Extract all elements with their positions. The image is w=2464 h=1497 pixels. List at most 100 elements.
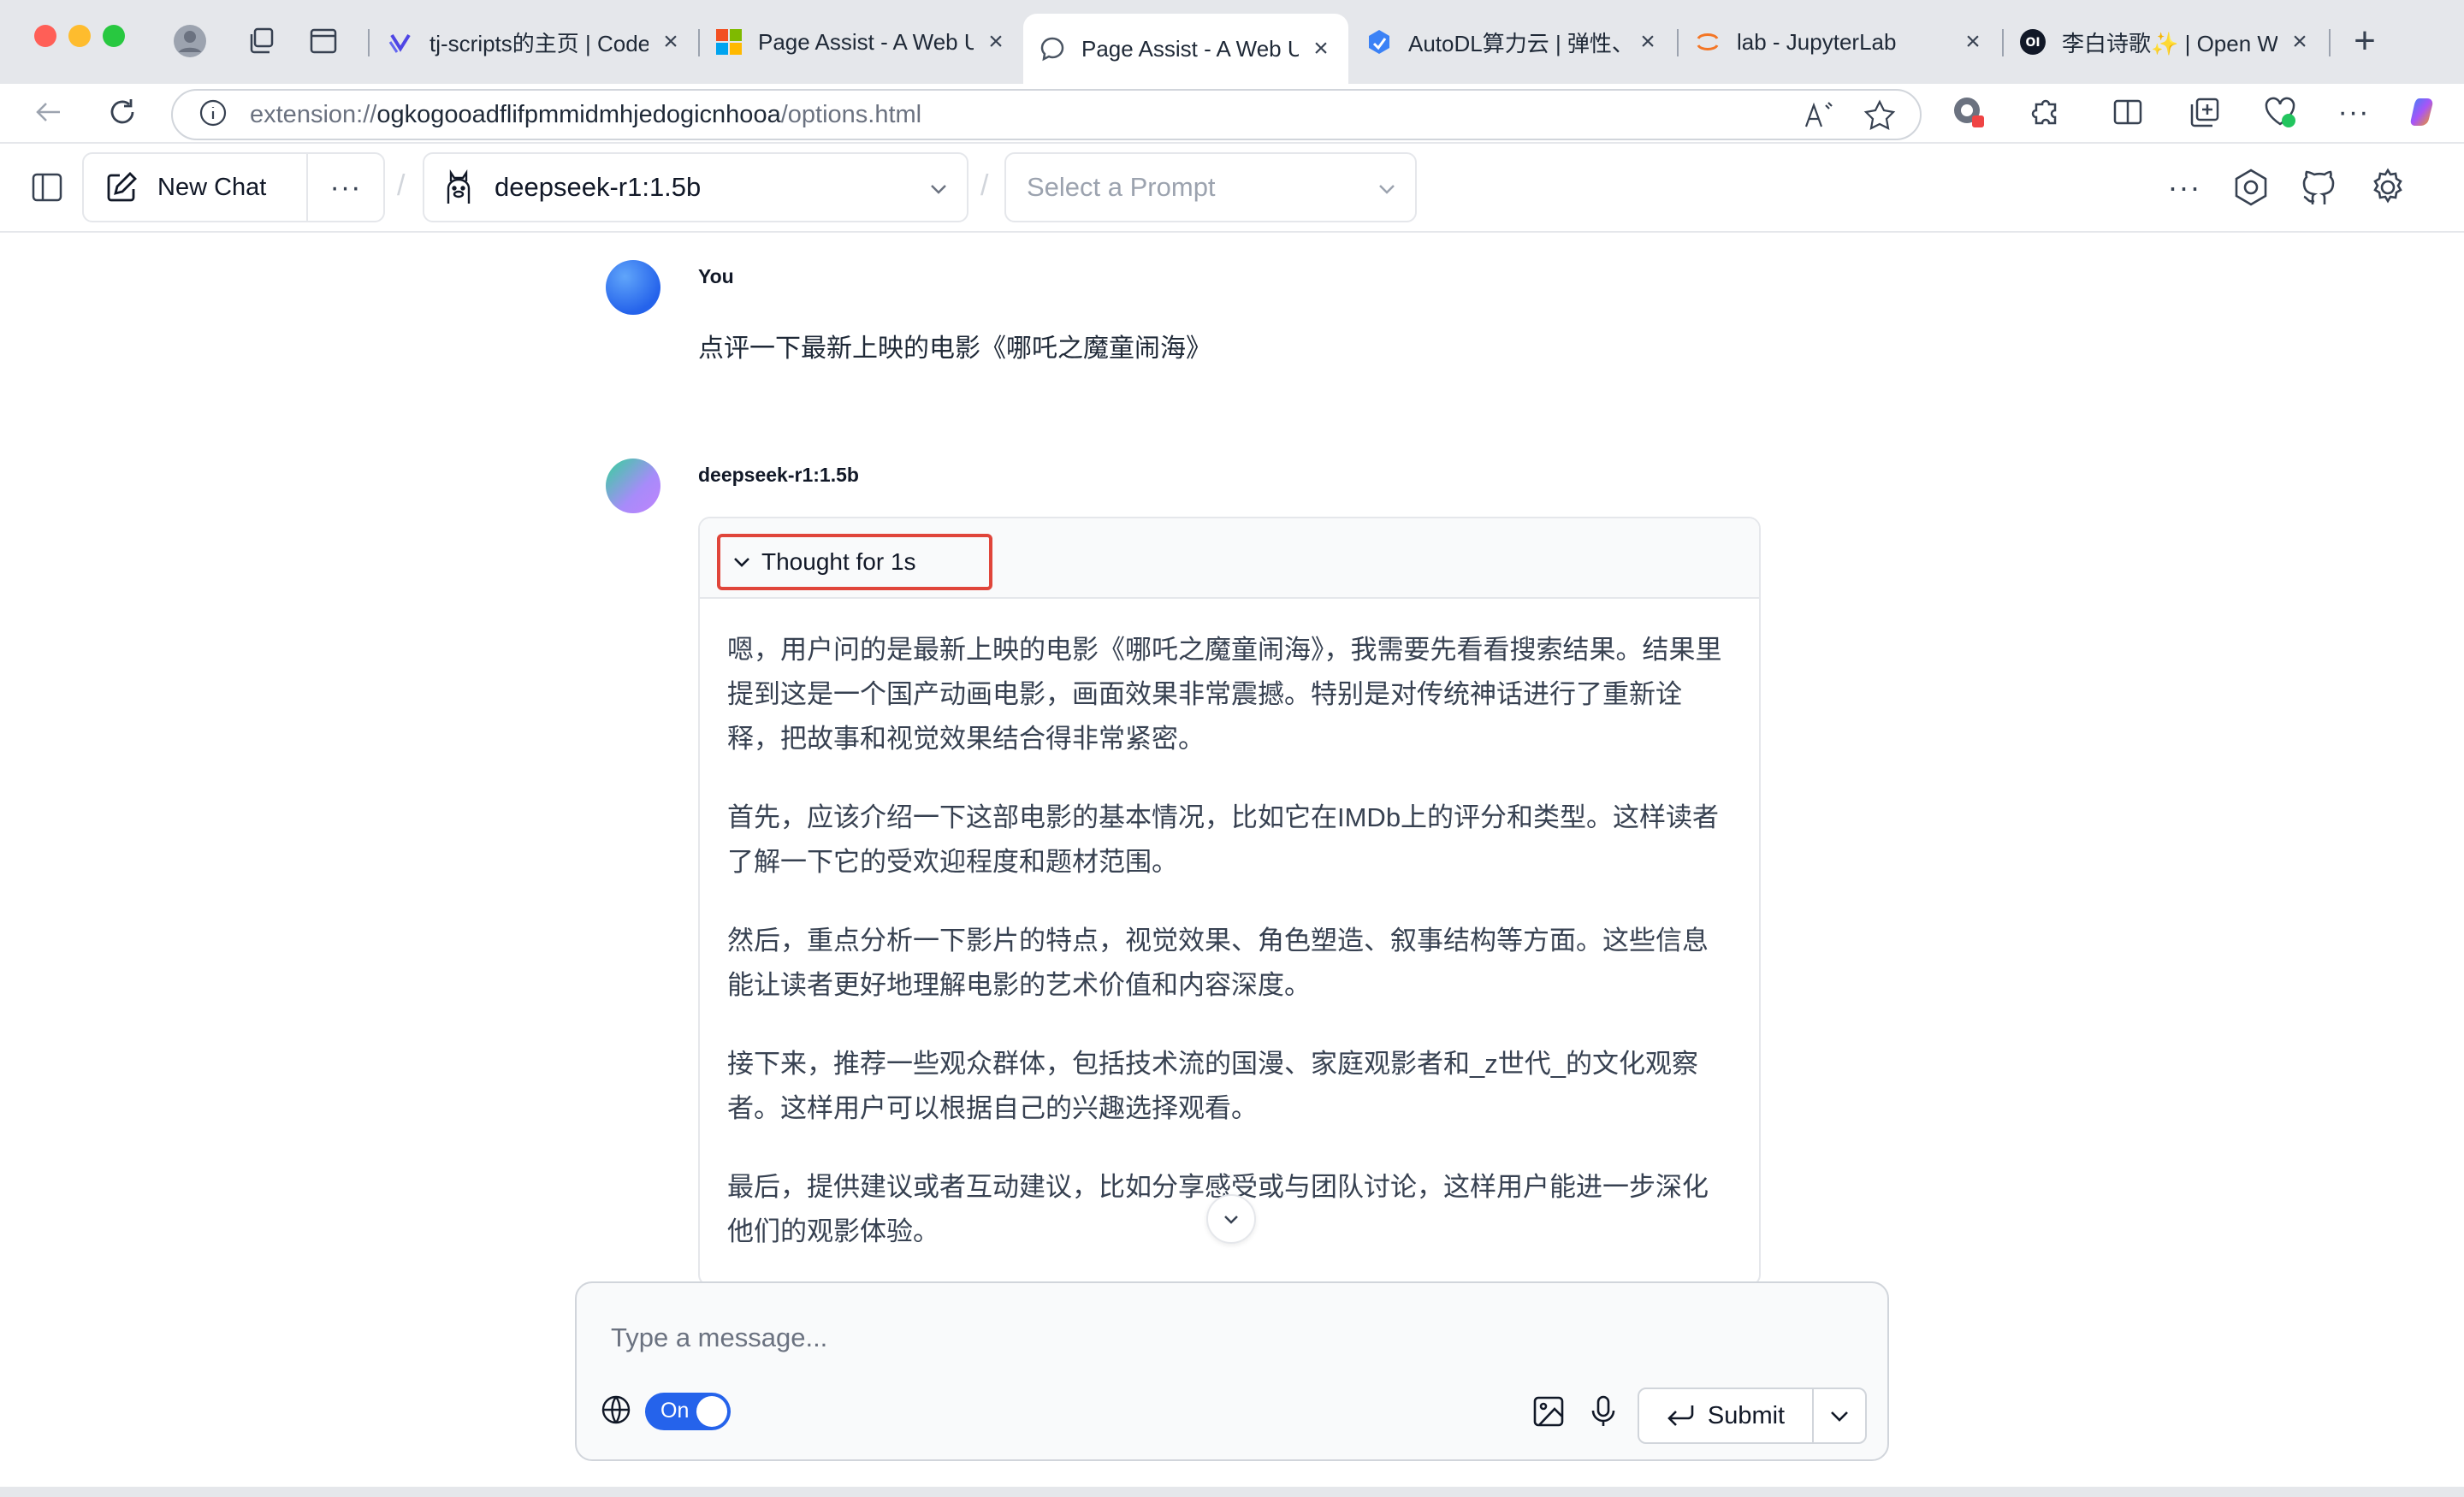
split-screen-icon[interactable] — [2106, 91, 2149, 133]
thought-panel: Thought for 1s 嗯，用户问的是最新上映的电影《哪吒之魔童闹海》，我… — [698, 517, 1761, 1287]
compose-icon — [104, 170, 139, 204]
chevron-down-icon — [731, 551, 753, 573]
back-arrow-icon[interactable] — [27, 91, 70, 133]
toggle-knob — [696, 1396, 727, 1427]
close-tab-icon[interactable]: × — [1636, 27, 1660, 56]
tab-separator — [2329, 29, 2331, 56]
tab-title: lab - JupyterLab — [1737, 28, 1897, 55]
browser-more-menu-icon[interactable]: ··· — [2332, 91, 2375, 133]
new-chat-button[interactable]: New Chat — [84, 154, 308, 221]
knowledge-settings-icon[interactable] — [2230, 166, 2272, 209]
site-info-icon[interactable] — [198, 98, 228, 132]
user-avatar — [606, 260, 660, 315]
bot-name: deepseek-r1:1.5b — [698, 464, 859, 486]
prompt-select[interactable]: Select a Prompt — [1004, 152, 1417, 222]
chevron-down-icon — [1376, 178, 1398, 204]
url-host: ogkogooadflifpmmidmhjedogicnhooa — [376, 100, 781, 128]
new-chat-group: New Chat ··· — [82, 152, 385, 222]
close-tab-icon[interactable]: × — [984, 27, 1008, 56]
close-tab-icon[interactable]: × — [659, 27, 683, 56]
model-select[interactable]: deepseek-r1:1.5b — [423, 152, 968, 222]
prompt-placeholder: Select a Prompt — [1027, 172, 1216, 202]
bot-avatar — [606, 459, 660, 513]
globe-icon[interactable] — [597, 1391, 635, 1429]
open-webui-icon: OI — [2019, 28, 2046, 56]
toggle-state-label: On — [660, 1399, 690, 1423]
user-name: You — [698, 265, 734, 287]
browser-essentials-icon[interactable] — [2259, 91, 2301, 133]
chat-options-icon[interactable]: ··· — [308, 171, 383, 204]
thought-toggle-button[interactable]: Thought for 1s — [717, 534, 992, 590]
minimize-window-button[interactable] — [68, 25, 91, 47]
scroll-to-bottom-button[interactable] — [1206, 1194, 1256, 1244]
copilot-icon[interactable] — [2404, 91, 2447, 133]
close-tab-icon[interactable]: × — [1309, 34, 1333, 63]
settings-gear-icon[interactable] — [2366, 166, 2409, 209]
chevron-down-icon — [927, 178, 950, 204]
tab-title: tj-scripts的主页 | CodeWithGPU — [429, 30, 649, 56]
workspaces-icon[interactable] — [245, 24, 279, 58]
tab-separator — [368, 29, 370, 56]
new-tab-button[interactable]: + — [2348, 20, 2382, 62]
profile-icon[interactable] — [173, 24, 207, 58]
sidebar-toggle-icon[interactable] — [26, 166, 68, 209]
thought-content: 嗯，用户问的是最新上映的电影《哪吒之魔童闹海》，我需要先看看搜索结果。结果里提到… — [700, 599, 1759, 1254]
submit-label: Submit — [1707, 1401, 1786, 1429]
tab-title: AutoDL算力云 | 弹性、好用 — [1408, 30, 1626, 56]
message-input[interactable]: Type a message... — [611, 1322, 827, 1353]
user-message: 点评一下最新上映的电影《哪吒之魔童闹海》 — [698, 334, 1211, 363]
vertical-tabs-icon[interactable] — [306, 24, 341, 58]
tab-title: Page Assist - A Web UI — [1081, 35, 1299, 62]
tab-open-webui[interactable]: OI 李白诗歌✨ | Open WebUI × — [2004, 14, 2327, 70]
thought-paragraph: 接下来，推荐一些观众群体，包括技术流的国漫、家庭观影者和_z世代_的文化观察者。… — [727, 1049, 1698, 1123]
url-text: extension://ogkogooadflifpmmidmhjedogicn… — [250, 101, 921, 129]
chat-bubble-icon — [1039, 35, 1066, 62]
image-upload-icon[interactable] — [1530, 1393, 1567, 1430]
window-bottom-edge — [0, 1487, 2464, 1497]
thought-paragraph: 嗯，用户问的是最新上映的电影《哪吒之魔童闹海》，我需要先看看搜索结果。结果里提到… — [727, 635, 1722, 754]
microphone-icon[interactable] — [1584, 1393, 1622, 1430]
submit-group: Submit — [1638, 1388, 1867, 1444]
url-scheme: extension:// — [250, 100, 377, 128]
thought-header: Thought for 1s — [700, 518, 1759, 599]
reload-icon[interactable] — [101, 91, 144, 133]
thought-label: Thought for 1s — [761, 548, 916, 575]
submit-options-button[interactable] — [1814, 1389, 1865, 1442]
github-icon[interactable] — [2298, 166, 2341, 209]
maximize-window-button[interactable] — [103, 25, 125, 47]
header-more-icon[interactable]: ··· — [2163, 166, 2206, 209]
chevron-down-icon — [1221, 1209, 1241, 1229]
model-label: deepseek-r1:1.5b — [495, 172, 702, 202]
autodl-icon — [1365, 28, 1393, 56]
extensions-puzzle-icon[interactable] — [2024, 91, 2067, 133]
address-field[interactable]: extension://ogkogooadflifpmmidmhjedogicn… — [171, 89, 1922, 140]
message-composer: Type a message... On Submit — [575, 1281, 1889, 1461]
url-path: /options.html — [780, 100, 922, 128]
tab-jupyterlab[interactable]: lab - JupyterLab × — [1679, 14, 2000, 70]
tab-page-assist-active[interactable]: Page Assist - A Web UI × — [1023, 14, 1348, 84]
collections-icon[interactable] — [2183, 91, 2226, 133]
close-tab-icon[interactable]: × — [2288, 27, 2312, 56]
new-chat-label: New Chat — [157, 173, 267, 201]
header-separator: / — [980, 169, 989, 202]
tab-page-assist-1[interactable]: Page Assist - A Web UI × — [700, 14, 1023, 70]
close-window-button[interactable] — [34, 25, 56, 47]
tab-autodl[interactable]: AutoDL算力云 | 弹性、好用 × — [1350, 14, 1675, 70]
enter-arrow-icon — [1667, 1403, 1696, 1429]
submit-button[interactable]: Submit — [1639, 1389, 1814, 1442]
tj-scripts-icon — [387, 28, 414, 56]
llama-icon — [443, 169, 474, 205]
svg-text:OI: OI — [2025, 36, 2040, 50]
thought-paragraph: 首先，应该介绍一下这部电影的基本情况，比如它在IMDb上的评分和类型。这样读者了… — [727, 802, 1720, 877]
close-tab-icon[interactable]: × — [1961, 27, 1985, 56]
jupyter-icon — [1694, 28, 1721, 56]
thought-paragraph: 然后，重点分析一下影片的特点，视觉效果、角色塑造、叙事结构等方面。这些信息能让读… — [727, 926, 1709, 1000]
tab-title: Page Assist - A Web UI — [758, 28, 974, 55]
read-aloud-icon[interactable] — [1804, 101, 1834, 134]
tracking-prevention-icon[interactable] — [1947, 91, 1990, 133]
microsoft-store-icon — [715, 28, 743, 56]
tab-tj-scripts[interactable]: tj-scripts的主页 | CodeWithGPU × — [371, 14, 698, 70]
favorite-star-icon[interactable] — [1863, 99, 1896, 136]
web-search-toggle[interactable]: On — [645, 1393, 731, 1430]
browser-tab-bar: tj-scripts的主页 | CodeWithGPU × Page Assis… — [0, 0, 2464, 84]
